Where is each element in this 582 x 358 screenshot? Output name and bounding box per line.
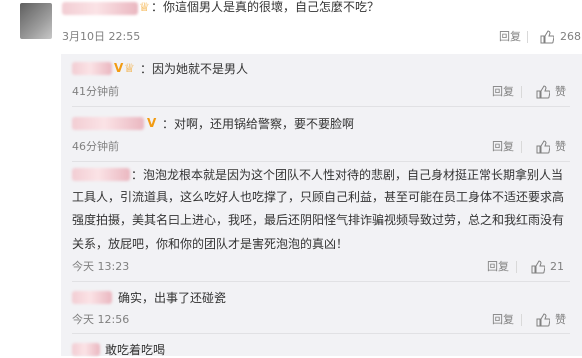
reply-text-line: 工具人，引流道具，这么吃好人也吃撑了，只顾自己利益，甚至可能在员工身体不适还要求… xyxy=(72,190,565,204)
divider xyxy=(527,31,528,43)
vip-badge-icon: V xyxy=(114,61,124,75)
like-button[interactable]: 赞 xyxy=(555,85,566,99)
reply-button[interactable]: 回复 xyxy=(492,85,514,99)
comment-time: 3月10日 22:55 xyxy=(62,30,141,43)
reply-text-line: ：泡泡龙根本就是因为这个团队不人性对待的悲剧，自己身材挺正常长期拿别人当 xyxy=(131,168,564,182)
reply-time: 今天 13:23 xyxy=(72,260,130,273)
reply-time: 46分钟前 xyxy=(72,140,119,153)
username-blurred[interactable] xyxy=(72,343,100,356)
like-button[interactable]: 赞 xyxy=(555,313,566,327)
reply-button[interactable]: 回复 xyxy=(492,313,514,327)
comment-text: ：你這個男人是真的很壞，自己怎麼不吃？ xyxy=(151,0,380,14)
thumbs-up-icon[interactable] xyxy=(540,30,554,44)
divider xyxy=(72,106,570,107)
like-count: 21 xyxy=(550,260,564,273)
main-comment: ♕ ：你這個男人是真的很壞，自己怎麼不吃？ 3月10日 22:55 回复 268 xyxy=(0,0,582,52)
username-blurred[interactable] xyxy=(72,168,130,181)
thumbs-up-icon[interactable] xyxy=(536,140,550,154)
username-blurred[interactable] xyxy=(72,291,112,304)
vip-badge-icon: ♕ xyxy=(139,0,150,14)
thumbs-up-icon[interactable] xyxy=(531,260,545,274)
like-count: 268 xyxy=(560,30,581,43)
divider xyxy=(516,261,517,273)
thumbs-up-icon[interactable] xyxy=(536,85,550,99)
divider xyxy=(72,281,570,282)
like-button[interactable]: 赞 xyxy=(555,140,566,154)
replies-panel xyxy=(61,54,582,356)
divider xyxy=(521,86,522,98)
reply-text: ：因为她就不是男人 xyxy=(140,62,249,76)
reply-button[interactable]: 回复 xyxy=(487,260,509,274)
reply-time: 41分钟前 xyxy=(72,85,119,98)
username-blurred[interactable] xyxy=(72,62,112,75)
divider xyxy=(521,141,522,153)
reply-time: 今天 12:56 xyxy=(72,313,130,326)
reply-text: ：对啊，还用锅给警察，要不要脸啊 xyxy=(162,117,355,131)
thumbs-up-icon[interactable] xyxy=(536,313,550,327)
avatar[interactable] xyxy=(20,3,52,39)
divider xyxy=(72,161,570,162)
reply-text-line: 关系，放屁吧，你和你的团队才是害死泡泡的真凶！ xyxy=(72,237,349,251)
reply-text: 确实，出事了还碰瓷 xyxy=(118,291,227,305)
reply-button[interactable]: 回复 xyxy=(499,30,521,44)
vip-badge-icon: ♕ xyxy=(124,61,135,75)
vip-badge-icon: V xyxy=(147,116,157,130)
username-blurred[interactable] xyxy=(72,117,144,130)
username-blurred[interactable] xyxy=(62,2,138,15)
divider xyxy=(72,333,570,334)
reply-text-line: 强度拍摄，美其名曰上进心，我呸，最后还阴阳怪气排诈骗视频导致过劳，总之和我红雨没… xyxy=(72,213,565,227)
divider xyxy=(521,314,522,326)
reply-button[interactable]: 回复 xyxy=(492,140,514,154)
